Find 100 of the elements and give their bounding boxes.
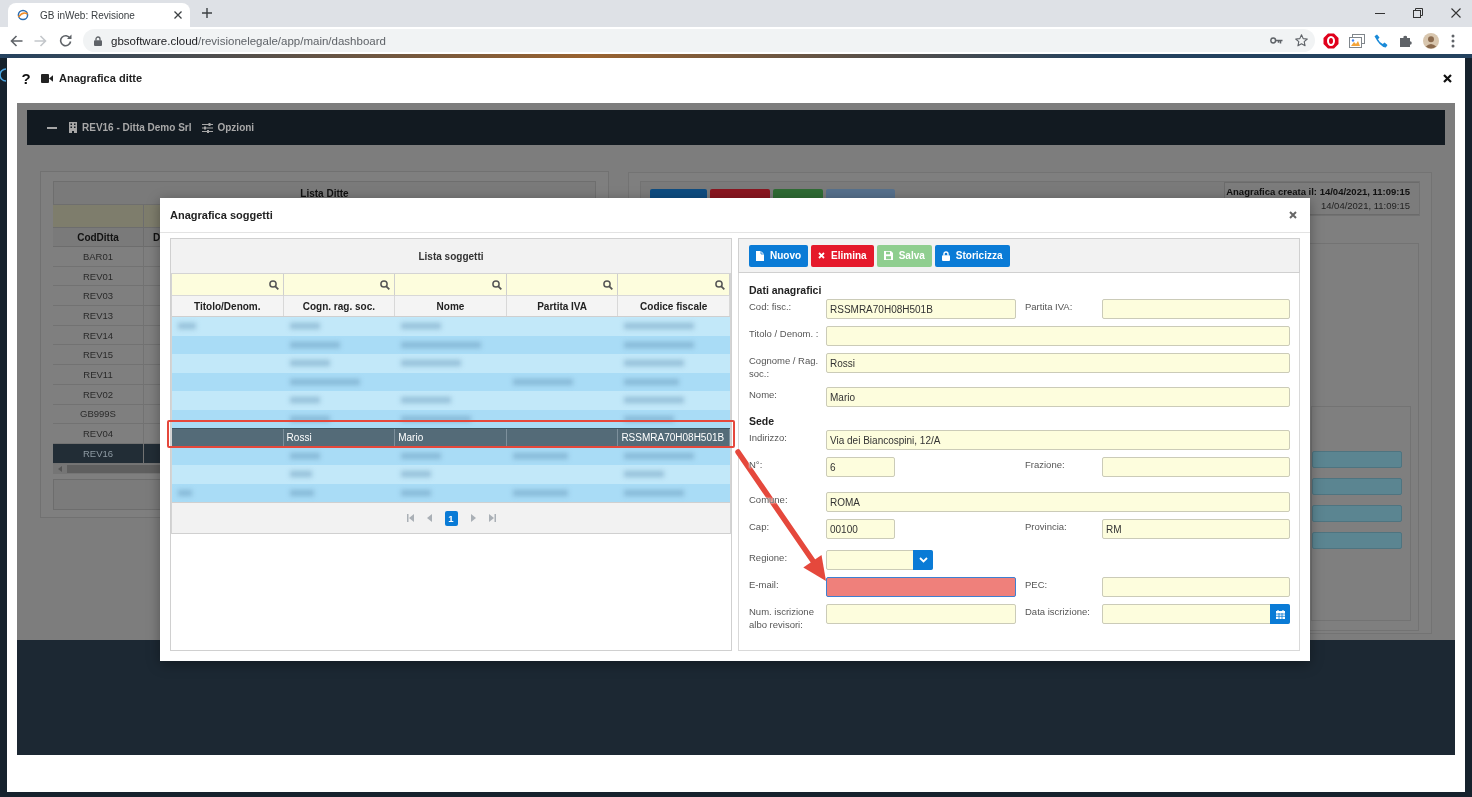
dropdown-button[interactable] [913, 550, 933, 570]
options-link[interactable]: Opzioni [217, 122, 255, 133]
browser-tab[interactable]: GB inWeb: Revisione [8, 3, 190, 27]
toolbar-button[interactable] [710, 189, 770, 199]
modified-date-text: 14/04/2021, 11:09:15 [1320, 198, 1410, 213]
toolbar-button[interactable] [650, 189, 707, 199]
file-icon [756, 250, 764, 261]
column-header[interactable]: D [144, 228, 161, 246]
last-page-icon[interactable] [488, 514, 496, 522]
table-cell: REV11 [53, 365, 144, 384]
column-header[interactable]: Codice fiscale [618, 296, 730, 316]
toolbar-button[interactable]: Nuovo [749, 244, 809, 267]
x-icon [818, 252, 826, 259]
field-label: Partita IVA: [1025, 300, 1074, 313]
table-cell: REV03 [53, 286, 144, 306]
restore-icon[interactable] [1413, 8, 1423, 18]
table-cell: GB999S [53, 404, 144, 424]
menu-icon[interactable] [1451, 33, 1455, 48]
search-icon[interactable] [603, 279, 614, 290]
next-page-icon[interactable] [470, 514, 476, 522]
first-page-icon[interactable] [406, 514, 414, 522]
table-row[interactable]: REV02 [53, 384, 161, 405]
video-camera-icon[interactable] [41, 73, 53, 83]
toolbar-button[interactable]: Elimina [811, 244, 874, 267]
table-row[interactable]: REV04 [53, 424, 161, 444]
column-header[interactable]: Cogn. rag. soc. [283, 296, 396, 316]
date-field[interactable] [1102, 604, 1290, 624]
input-field[interactable]: 6 [826, 457, 895, 477]
input-field[interactable] [826, 577, 1016, 597]
column-header[interactable]: Titolo/Denom. [172, 296, 284, 316]
stop-sign-icon[interactable] [1323, 32, 1339, 49]
table-cell: REV04 [53, 424, 144, 443]
table-cell: Mario [398, 432, 424, 444]
input-field[interactable] [826, 326, 1290, 346]
search-icon[interactable] [715, 279, 725, 290]
table-row[interactable]: REV01 [53, 266, 161, 287]
minimize-icon[interactable] [1375, 12, 1385, 14]
calendar-button[interactable] [1270, 604, 1290, 624]
lock-icon [941, 250, 950, 261]
table-row[interactable]: REV14 [53, 325, 161, 346]
table-row[interactable]: GB999S [53, 404, 161, 425]
input-field[interactable] [826, 604, 1016, 624]
puzzle-icon[interactable] [1399, 33, 1413, 48]
avatar-icon[interactable] [1423, 32, 1439, 49]
gallery-icon[interactable] [1349, 33, 1365, 48]
toolbar-button[interactable]: Storicizza [934, 244, 1010, 267]
input-field[interactable]: ROMA [826, 492, 1290, 512]
scrollbar[interactable] [53, 463, 161, 474]
input-field[interactable] [1102, 457, 1290, 477]
field-label: Num. iscrizione albo revisori: [749, 605, 815, 631]
column-header[interactable]: CodDitta [53, 228, 144, 246]
table-row[interactable]: REV11 [53, 365, 161, 385]
field-label: Titolo / Denom. : [749, 327, 820, 340]
page-button[interactable]: 1 [444, 510, 458, 526]
section-title: Sede [749, 414, 776, 429]
input-field[interactable] [1102, 299, 1290, 319]
column-header[interactable]: Nome [395, 296, 507, 316]
table-row[interactable]: Rossi Mario RSSMRA70H08H501B [172, 428, 730, 447]
search-icon[interactable] [491, 279, 502, 290]
reload-icon[interactable] [59, 34, 72, 47]
minus-icon[interactable] [47, 126, 57, 129]
close-icon[interactable] [1451, 8, 1461, 18]
close-icon[interactable] [174, 11, 182, 19]
column-header[interactable]: Partita IVA [506, 296, 619, 316]
input-field[interactable]: RM [1102, 519, 1290, 539]
lock-icon [94, 35, 102, 46]
select-field[interactable] [826, 550, 933, 570]
input-field[interactable]: Via dei Biancospini, 12/A [826, 430, 1290, 450]
input-field[interactable]: Mario [826, 387, 1290, 407]
input-field[interactable]: 00100 [826, 519, 895, 539]
close-icon[interactable] [1443, 73, 1452, 83]
back-arrow-icon[interactable] [10, 34, 23, 47]
address-bar[interactable]: gbsoftware.cloud/revisionelegale/app/main/dashboard [83, 29, 1315, 52]
table-cell: REV16 [53, 443, 144, 463]
chevron-down-icon [918, 557, 928, 563]
table-row[interactable]: REV16 [53, 443, 161, 464]
table-row[interactable]: BAR01 [53, 247, 161, 267]
field-label: Provincia: [1025, 520, 1068, 533]
field-label: PEC: [1025, 578, 1049, 591]
help-button[interactable]: ? [20, 69, 32, 87]
phone-icon[interactable] [1374, 33, 1388, 48]
input-field[interactable]: Rossi [826, 353, 1290, 373]
table-row[interactable]: REV03 [53, 286, 161, 307]
favicon-icon [17, 9, 29, 21]
table-row[interactable]: REV15 [53, 345, 161, 366]
modal-title: Anagrafica soggetti [170, 209, 273, 221]
key-icon[interactable] [1270, 37, 1283, 44]
table-row[interactable]: REV13 [53, 306, 161, 326]
new-tab-icon[interactable] [202, 8, 212, 18]
sliders-icon[interactable] [202, 122, 214, 133]
search-icon[interactable] [268, 279, 279, 290]
toolbar-button[interactable] [773, 189, 823, 199]
previous-page-icon[interactable] [426, 514, 432, 522]
field-label: Indirizzo: [749, 431, 788, 444]
star-icon[interactable] [1295, 34, 1308, 47]
input-field[interactable] [1102, 577, 1290, 597]
field-label: Cap: [749, 520, 771, 533]
input-field[interactable]: RSSMRA70H08H501B [826, 299, 1016, 319]
search-icon[interactable] [380, 279, 391, 290]
field-label: Regione: [749, 551, 789, 564]
